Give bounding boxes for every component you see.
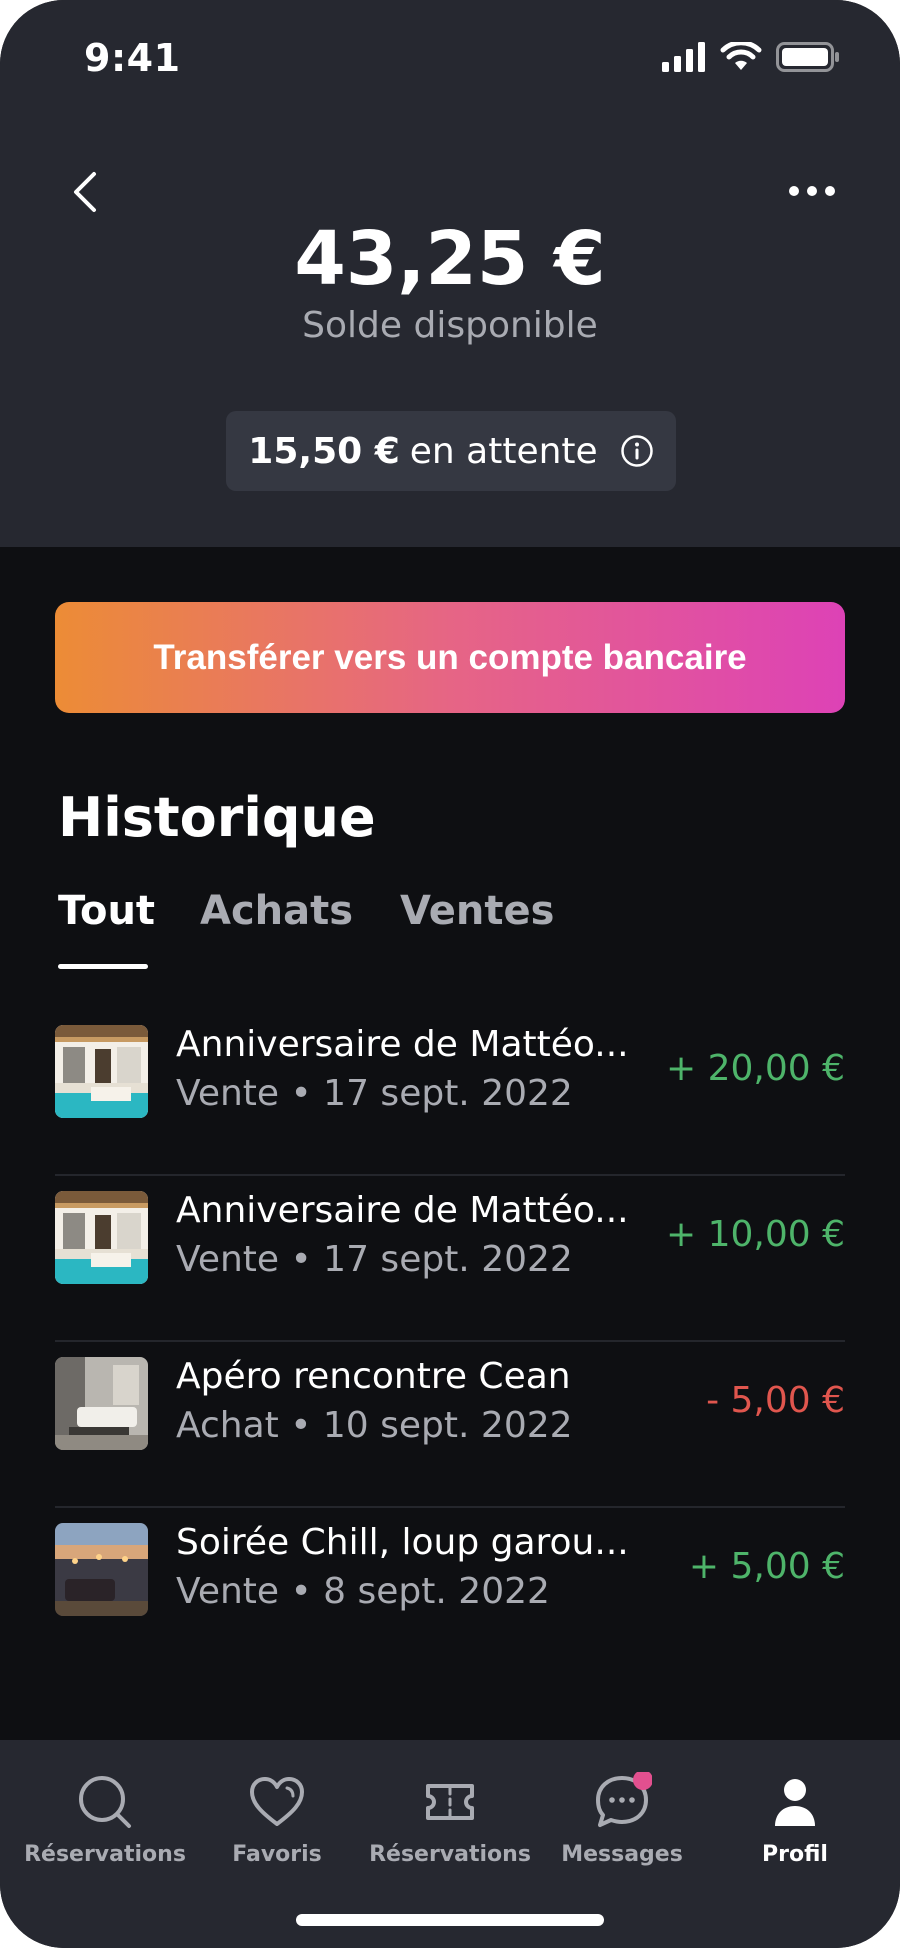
heart-icon (250, 1777, 304, 1826)
tab-purchases[interactable]: Achats (200, 888, 390, 934)
transaction-subtitle: Vente • 17 sept. 2022 (176, 1073, 573, 1114)
pending-amount: 15,50 € (248, 430, 400, 472)
phone-screen: 9:41 43,25 € Solde disponible 15,50 € en… (0, 0, 900, 1948)
status-time: 9:41 (84, 36, 181, 80)
nav-label: Favoris (232, 1842, 322, 1867)
transaction-amount: + 10,00 € (665, 1214, 845, 1255)
transaction-amount: - 5,00 € (706, 1380, 845, 1421)
signal-icon (662, 42, 705, 72)
home-indicator (296, 1914, 604, 1926)
tab-sales[interactable]: Ventes (400, 888, 600, 934)
event-thumbnail (55, 1025, 148, 1118)
transaction-row[interactable]: Apéro rencontre Cean Achat • 10 sept. 20… (55, 1342, 845, 1508)
ticket-icon (426, 1784, 474, 1820)
event-thumbnail (55, 1191, 148, 1284)
more-options-button[interactable] (784, 176, 840, 206)
nav-label: Réservations (369, 1842, 531, 1867)
transaction-row[interactable]: Soirée Chill, loup garou... Vente • 8 se… (55, 1508, 845, 1674)
transaction-amount: + 5,00 € (688, 1546, 845, 1587)
history-tabs: Tout Achats Ventes (58, 888, 600, 934)
history-title: Historique (58, 786, 376, 849)
transaction-subtitle: Vente • 17 sept. 2022 (176, 1239, 573, 1280)
transfer-to-bank-button[interactable]: Transférer vers un compte bancaire (55, 602, 845, 713)
available-balance: 43,25 € (294, 216, 606, 302)
tab-all[interactable]: Tout (58, 888, 202, 934)
transaction-row[interactable]: Anniversaire de Mattéo... Vente • 17 sep… (55, 1176, 845, 1342)
nav-label: Profil (762, 1842, 828, 1867)
event-thumbnail (55, 1523, 148, 1616)
transaction-amount: + 20,00 € (665, 1048, 845, 1089)
transaction-title: Soirée Chill, loup garou... (176, 1522, 629, 1563)
balance-header: 9:41 43,25 € Solde disponible 15,50 € en… (0, 0, 900, 547)
chat-icon (596, 1772, 652, 1827)
transaction-title: Apéro rencontre Cean (176, 1356, 571, 1397)
event-thumbnail (55, 1357, 148, 1450)
active-tab-indicator (58, 964, 148, 969)
transaction-subtitle: Vente • 8 sept. 2022 (176, 1571, 550, 1612)
search-icon (79, 1776, 131, 1828)
transaction-subtitle: Achat • 10 sept. 2022 (176, 1405, 573, 1446)
battery-icon (776, 42, 839, 72)
transaction-title: Anniversaire de Mattéo... (176, 1190, 629, 1231)
transaction-list: Anniversaire de Mattéo... Vente • 17 sep… (55, 1010, 845, 1674)
nav-label: Messages (561, 1842, 683, 1867)
nav-label: Réservations (24, 1842, 186, 1867)
back-button[interactable] (64, 166, 104, 218)
pending-balance-pill[interactable]: 15,50 € en attente (226, 411, 676, 491)
available-balance-label: Solde disponible (302, 305, 598, 346)
wifi-icon (720, 42, 762, 70)
pending-label: en attente (409, 430, 598, 472)
transaction-title: Anniversaire de Mattéo... (176, 1024, 629, 1065)
info-icon[interactable] (620, 434, 654, 468)
user-icon (775, 1779, 815, 1826)
transaction-row[interactable]: Anniversaire de Mattéo... Vente • 17 sep… (55, 1010, 845, 1176)
status-icons (662, 42, 840, 72)
